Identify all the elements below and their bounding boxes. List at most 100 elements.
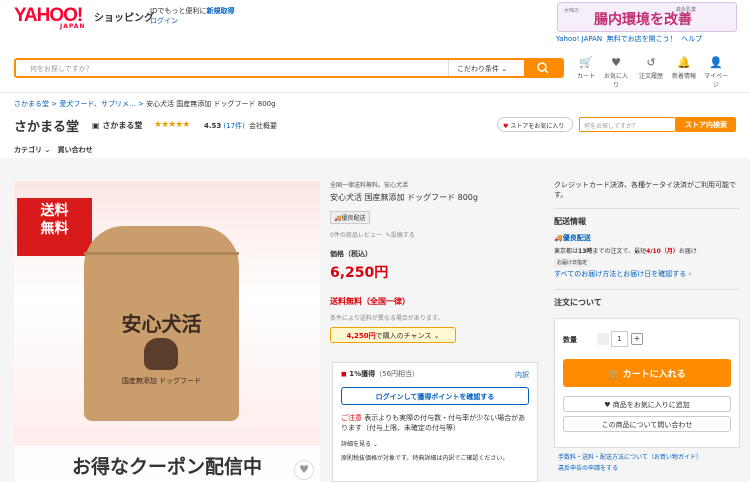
review-post-link[interactable]: 投稿する: [391, 232, 415, 239]
store-fav-label: ストアをお気に入り: [510, 123, 565, 130]
price: 6,250円: [330, 265, 389, 281]
ask-question-button[interactable]: この商品について問い合わせ: [563, 416, 731, 432]
tax-note: 原則税抜価格が対象です。特典詳細は内訳でご確認ください。: [341, 455, 509, 462]
details-toggle[interactable]: 詳細を見る ⌄: [341, 439, 529, 448]
history-label: 注文履歴: [638, 73, 663, 80]
shipping-note: 条件により送料が異なる場合があります。: [330, 315, 444, 322]
product-image[interactable]: 送料 無料 安心犬活 国産無添加 ドッグフード お得なクーポン配信中 ♥: [14, 181, 320, 482]
quantity-input[interactable]: 1: [611, 331, 628, 347]
bottom-links: 手数料・送料・配送方法について（お買い物ガイド） 違反申告の申請をする: [558, 452, 702, 474]
breadcrumb-category[interactable]: 愛犬フード、サプリメ...: [59, 100, 135, 108]
delivery-heading: 配送情報: [554, 208, 740, 227]
breadcrumb-store[interactable]: さかまる堂: [14, 100, 49, 108]
cart-link[interactable]: 🛒 カート: [572, 56, 600, 81]
yahoo-logo-sub: JAPAN: [60, 23, 86, 30]
truck-icon: 🚚: [554, 234, 563, 242]
chance-dropdown[interactable]: 4,250円で購入のチャンス ⌄: [330, 327, 456, 343]
rating-count[interactable]: (17件): [224, 122, 245, 130]
price-label: 価格（税込）: [330, 250, 372, 258]
add-to-cart-button[interactable]: 🛒 カートに入れる: [563, 359, 731, 387]
add-to-cart-label: カートに入れる: [622, 370, 686, 380]
heart-icon: ♥: [611, 56, 621, 69]
delivery-date: 4/10（月）: [646, 248, 679, 255]
divider: [0, 92, 750, 93]
top-link-openstore[interactable]: 無料でお店を開こう！: [607, 35, 677, 43]
store-rating: 4.53 (17件): [204, 121, 245, 131]
coupon-banner: お得なクーポン配信中: [14, 446, 320, 482]
delivery-options-label: すべてのお届け方法とお届け日を確認する: [554, 270, 687, 278]
add-favorite-button[interactable]: ♥ 商品をお気に入りに追加: [563, 396, 731, 412]
delivery-cutoff: 13時: [578, 248, 593, 255]
chevron-down-icon: ⌄: [501, 65, 508, 73]
store-name[interactable]: さかまる堂: [14, 116, 79, 135]
rating-value: 4.53: [204, 122, 222, 130]
user-icon: 👤: [709, 56, 723, 69]
store-fav-button[interactable]: ♥ ストアをお気に入り: [497, 117, 573, 132]
heart-icon: ♥: [503, 123, 509, 130]
image-fav-button[interactable]: ♥: [294, 460, 314, 480]
breadcrumb: さかまる堂 > 愛犬フード、サプリメ... > 安心犬活 国産無添加 ドッグフー…: [14, 100, 276, 108]
delivery-tag-label: 優良配送: [562, 234, 591, 242]
history-icon: ↺: [646, 56, 656, 69]
mypage-label: マイページ: [703, 73, 728, 89]
order-box: 数量 1 + 🛒 カートに入れる ♥ 商品をお気に入りに追加 この商品について問…: [554, 318, 740, 448]
heart-icon: ♥: [604, 401, 611, 409]
free-shipping-badge: 送料 無料: [17, 198, 92, 256]
paypay-icon: ◼: [341, 370, 347, 378]
delivery-estimate: 東京都は13時までの注文で、最短4/10（月）お届け: [554, 246, 740, 255]
condition-dropdown[interactable]: こだわり条件 ⌄: [448, 60, 525, 76]
review-row: 0件の商品レビュー ✎投稿する: [330, 230, 540, 239]
right-panel: クレジットカード決済、各種ケータイ決済がご利用可能です。 配送情報 🚚優良配送 …: [554, 180, 740, 308]
points-title: ◼ 1%獲得（56円相当）: [341, 369, 529, 379]
details-label: 詳細を見る: [341, 441, 372, 448]
guide-link[interactable]: 手数料・送料・配送方法について（お買い物ガイド）: [558, 452, 702, 463]
favorites-link[interactable]: ♥ お気に入り: [602, 56, 630, 90]
search-input[interactable]: 何をお探しですか？: [30, 64, 93, 74]
delivery-prefix: 東京都は: [554, 248, 579, 255]
history-link[interactable]: ↺ 注文履歴: [637, 56, 665, 81]
store-badge-label: さかまる堂: [102, 121, 143, 130]
review-count[interactable]: 0件の商品レビュー: [330, 232, 382, 239]
cart-icon: 🛒: [579, 56, 593, 69]
shipping-free: 送料無料（全国一律）: [330, 297, 410, 306]
store-search-input[interactable]: 何をお探しですか？: [579, 117, 676, 132]
delivery-date-chip: お届け日指定: [554, 258, 591, 267]
ad-banner[interactable]: 大味の 腸内環境を改善 森永乳業: [557, 2, 737, 32]
service-name[interactable]: ショッピング: [94, 9, 154, 24]
top-link-help[interactable]: ヘルプ: [681, 35, 702, 43]
category-nav: カテゴリ ⌄ 買い合わせ: [14, 145, 93, 155]
search-button[interactable]: [524, 60, 562, 76]
heart-icon: ♥: [299, 463, 309, 476]
register-link[interactable]: 新規取得: [206, 7, 234, 15]
bag-subtitle: 国産無添加 ドッグフード: [121, 377, 202, 385]
report-link[interactable]: 違反申告の申請をする: [558, 463, 702, 474]
category-menu[interactable]: カテゴリ ⌄: [14, 146, 50, 154]
company-link[interactable]: 会社概要: [249, 121, 277, 131]
delivery-options-link[interactable]: すべてのお届け方法とお届け日を確認する ›: [554, 269, 740, 279]
points-breakdown-link[interactable]: 内訳: [515, 370, 529, 380]
points-rate: 1%獲得: [349, 370, 376, 378]
rating-stars: ★★★★★: [154, 120, 190, 130]
product-info: 全国一律送料無料。安心犬活 安心犬活 国産無添加 ドッグフード 800g 🚚優良…: [330, 180, 540, 343]
category-label: カテゴリ: [14, 146, 42, 154]
chevron-down-icon: ⌄: [44, 146, 51, 154]
login-link[interactable]: ログイン: [150, 17, 178, 25]
banner-brand: 森永乳業: [676, 7, 697, 13]
news-label: 新着情報: [671, 73, 696, 80]
chevron-down-icon: ⌄: [372, 441, 378, 448]
quantity-plus-button[interactable]: +: [631, 333, 643, 345]
product-title: 安心犬活 国産無添加 ドッグフード 800g: [330, 193, 478, 202]
condition-label: こだわり条件: [457, 65, 499, 73]
store-search-button[interactable]: ストア内検索: [676, 117, 736, 132]
breadcrumb-current: 安心犬活 国産無添加 ドッグフード 800g: [146, 100, 276, 108]
store-badge[interactable]: ▣ さかまる堂: [92, 120, 142, 131]
quantity-minus-button[interactable]: [597, 333, 609, 345]
news-link[interactable]: 🔔 新着情報: [670, 57, 698, 81]
chance-amount: 4,250円: [346, 332, 376, 340]
add-favorite-label: 商品をお気に入りに追加: [612, 401, 690, 409]
points-login-button[interactable]: ログインして獲得ポイントを確認する: [341, 387, 529, 405]
mypage-link[interactable]: 👤 マイページ: [702, 56, 730, 90]
top-link-yahoo[interactable]: Yahoo! JAPAN: [556, 35, 602, 43]
promo-text: IDでもっと便利に: [150, 7, 207, 15]
inquiry-link[interactable]: 買い合わせ: [58, 146, 93, 154]
